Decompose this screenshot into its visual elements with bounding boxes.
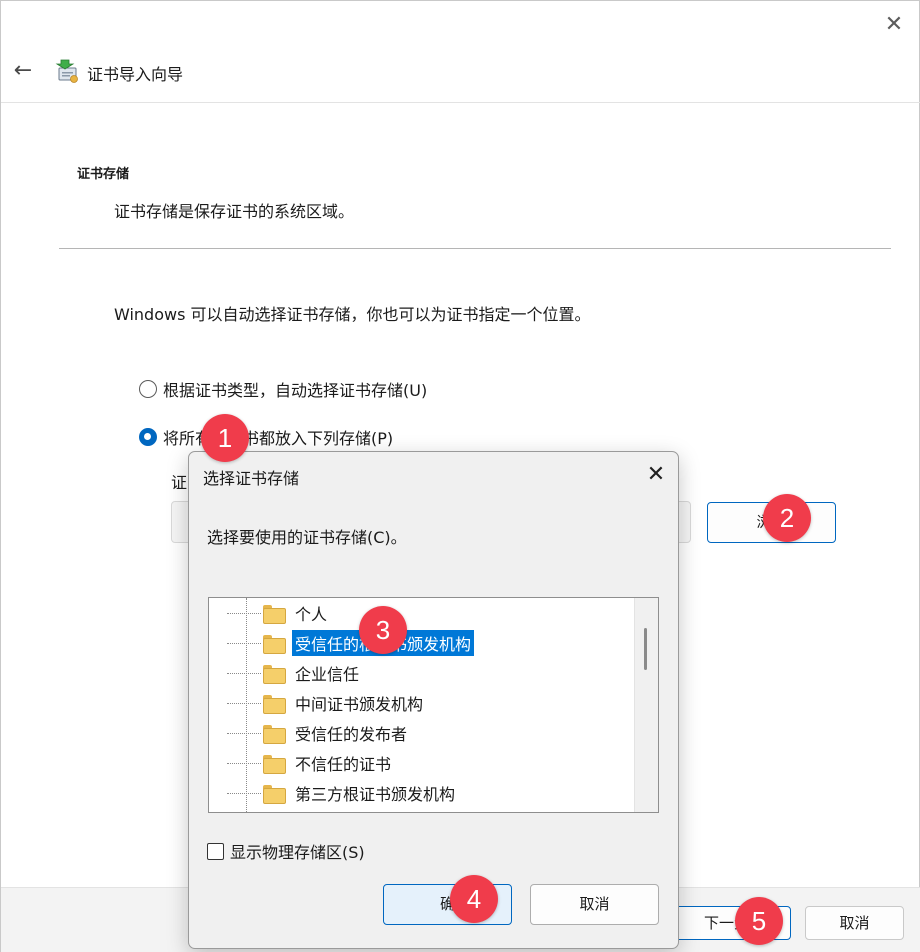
cancel-button[interactable]: 取消 (805, 906, 904, 940)
folder-icon (263, 604, 286, 624)
tree-item-label: 第三方根证书颁发机构 (295, 785, 456, 804)
certificate-store-label: 证 (171, 473, 188, 492)
tree-item-enterprise-trust[interactable]: 企业信任 (209, 659, 362, 687)
tree-item-personal[interactable]: 个人 (209, 599, 330, 627)
tree-item-label: 企业信任 (295, 665, 360, 684)
folder-icon (263, 724, 286, 744)
select-certificate-store-dialog: 选择证书存储 ✕ 选择要使用的证书存储(C)。 个人 受信任的根证书颁发机构 企… (188, 451, 679, 949)
step-badge-1: 1 (201, 414, 249, 462)
show-physical-stores-checkbox[interactable]: 显示物理存储区(S) (207, 840, 365, 862)
certificate-store-tree[interactable]: 个人 受信任的根证书颁发机构 企业信任 中间证书颁发机构 受信任的发布者 不信任… (208, 597, 659, 813)
back-arrow-icon[interactable]: ← (7, 57, 39, 85)
radio-manual-store[interactable]: 将所有的证书都放入下列存储(P) (139, 425, 393, 449)
radio-auto-label: 根据证书类型，自动选择证书存储(U) (163, 381, 428, 400)
radio-button[interactable] (139, 380, 157, 398)
tree-item-label: 中间证书颁发机构 (295, 695, 424, 714)
tree-item-third-party-root[interactable]: 第三方根证书颁发机构 (209, 779, 458, 807)
radio-auto-select[interactable]: 根据证书类型，自动选择证书存储(U) (139, 377, 427, 401)
tree-scrollbar[interactable] (634, 598, 658, 812)
radio-manual-label: 将所有的证书都放入下列存储(P) (163, 429, 394, 448)
certificate-wizard-icon (55, 59, 78, 83)
tree-item-untrusted[interactable]: 不信任的证书 (209, 749, 394, 777)
intro-text: Windows 可以自动选择证书存储，你也可以为证书指定一个位置。 (114, 305, 591, 324)
folder-icon (263, 634, 286, 654)
checkbox-box[interactable] (207, 842, 224, 860)
window-close-icon[interactable]: ✕ (879, 11, 909, 39)
header-divider (1, 102, 920, 103)
tree-item-label: 个人 (295, 605, 328, 624)
section-divider (59, 248, 891, 249)
step-badge-2: 2 (763, 494, 811, 542)
checkbox-label: 显示物理存储区(S) (230, 843, 365, 862)
scrollbar-thumb[interactable] (644, 628, 647, 670)
tree-item-label: 受信任的发布者 (295, 725, 408, 744)
dialog-close-icon[interactable]: ✕ (641, 460, 671, 490)
dialog-cancel-button[interactable]: 取消 (530, 884, 659, 925)
step-badge-5: 5 (735, 897, 783, 945)
section-description: 证书存储是保存证书的系统区域。 (114, 202, 355, 221)
dialog-title: 选择证书存储 (203, 469, 300, 488)
step-badge-4: 4 (450, 875, 498, 923)
folder-icon (263, 754, 286, 774)
tree-item-trusted-root[interactable]: 受信任的根证书颁发机构 (209, 629, 475, 657)
tree-item-label: 不信任的证书 (295, 755, 392, 774)
folder-icon (263, 784, 286, 804)
folder-icon (263, 694, 286, 714)
radio-button-checked[interactable] (139, 428, 157, 446)
tree-item-intermediate-ca[interactable]: 中间证书颁发机构 (209, 689, 426, 717)
dialog-prompt: 选择要使用的证书存储(C)。 (207, 528, 407, 547)
folder-icon (263, 664, 286, 684)
section-title: 证书存储 (77, 167, 130, 182)
step-badge-3: 3 (359, 606, 407, 654)
tree-item-trusted-publishers[interactable]: 受信任的发布者 (209, 719, 410, 747)
wizard-title: 证书导入向导 (87, 65, 184, 84)
